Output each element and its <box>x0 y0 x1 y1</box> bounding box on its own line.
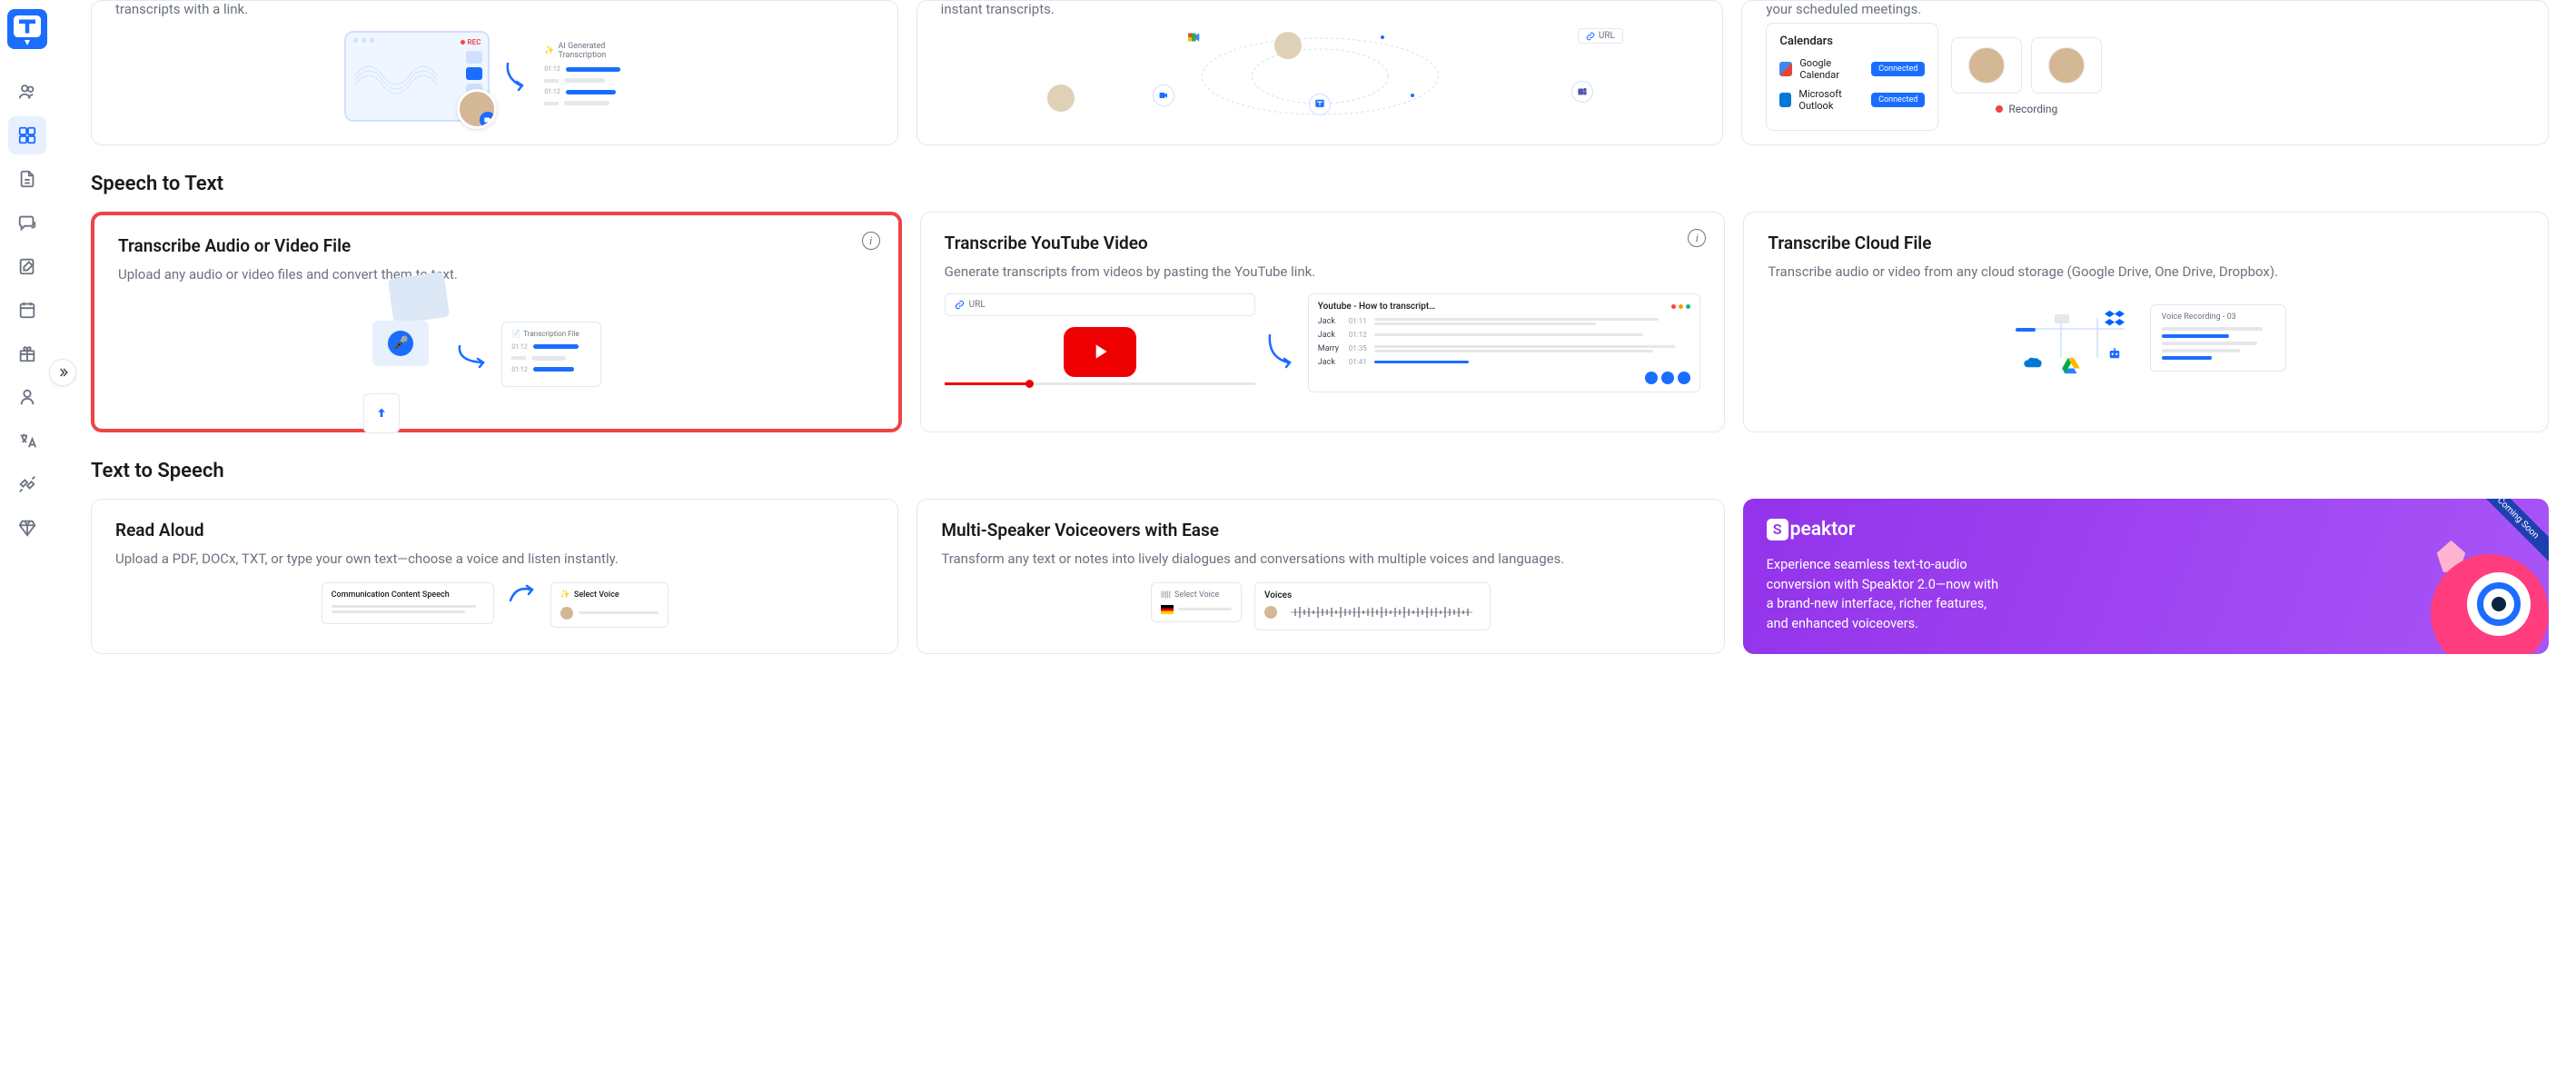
transkriptor-icon <box>1309 94 1331 115</box>
card-title: Multi-Speaker Voiceovers with Ease <box>941 520 1699 540</box>
section-title-tts: Text to Speech <box>91 460 2549 482</box>
nav-calendar-icon[interactable] <box>8 291 46 329</box>
avatar-box <box>2031 37 2102 94</box>
speaktor-mascot-icon <box>2403 527 2549 654</box>
transcript-panel-illustration: Youtube - How to transcript… Jack01:11 J… <box>1308 293 1701 392</box>
card-desc: Transform any text or notes into lively … <box>941 550 1699 570</box>
voice-avatar-icon <box>560 607 573 620</box>
feature-card-calendar[interactable]: your scheduled meetings. Calendars Googl… <box>1741 0 2549 145</box>
arrow-icon <box>504 60 530 93</box>
card-desc: transcripts with a link. <box>115 1 874 17</box>
card-desc: instant transcripts. <box>941 1 1699 17</box>
avatar-icon <box>457 89 497 129</box>
upload-icon <box>363 393 400 433</box>
youtube-play-icon <box>1064 327 1136 377</box>
connected-badge: Connected <box>1871 62 1925 76</box>
nav-dashboard-icon[interactable] <box>8 116 46 154</box>
sidebar <box>0 0 54 672</box>
top-feature-row: transcripts with a link. REC <box>91 0 2549 145</box>
nav-document-icon[interactable] <box>8 160 46 198</box>
voice-recording-illustration: Voice Recording - 03 <box>2150 304 2286 372</box>
recording-window-illustration: REC <box>344 31 490 122</box>
cloud-illustration: Voice Recording - 03 <box>1768 302 2524 374</box>
card-title: Transcribe Audio or Video File <box>118 235 875 256</box>
card-title: Transcribe YouTube Video <box>945 233 1701 253</box>
youtube-illustration: URL Youtube - How to transcript… Jack01:… <box>945 293 1701 392</box>
speaktor-description: Experience seamless text-to-audio conver… <box>1767 555 2003 634</box>
avatar-box <box>1951 37 2022 94</box>
integration-network-illustration: URL <box>941 26 1699 117</box>
nav-profile-icon[interactable] <box>8 378 46 416</box>
recording-status: Recording <box>1996 103 2057 115</box>
card-speaktor-promo[interactable]: Coming Soon Speaktor Experience seamless… <box>1743 499 2549 654</box>
avatar-icon <box>1274 32 1302 59</box>
outlook-icon <box>1779 93 1791 107</box>
multi-speaker-illustration: |||||Select Voice Voices <box>941 582 1699 630</box>
onedrive-icon <box>2021 351 2045 374</box>
arrow-icon <box>507 582 538 606</box>
card-transcribe-file[interactable]: i Transcribe Audio or Video File Upload … <box>91 212 902 432</box>
card-read-aloud[interactable]: Read Aloud Upload a PDF, DOCx, TXT, or t… <box>91 499 898 654</box>
card-transcribe-cloud[interactable]: Transcribe Cloud File Transcribe audio o… <box>1743 212 2549 432</box>
bot-icon <box>2103 342 2126 365</box>
url-input-illustration: URL <box>945 293 1255 316</box>
arrow-icon <box>456 341 492 368</box>
section-title-stt: Speech to Text <box>91 173 2549 195</box>
sidebar-expand-toggle[interactable] <box>49 359 76 386</box>
calendar-panel: Calendars Google Calendar Connected Micr… <box>1766 23 1938 131</box>
stt-row: i Transcribe Audio or Video File Upload … <box>91 212 2549 432</box>
nav-notes-icon[interactable] <box>8 247 46 285</box>
card-desc: your scheduled meetings. <box>1766 1 2524 17</box>
nav-team-icon[interactable] <box>8 73 46 111</box>
nav-plug-icon[interactable] <box>8 465 46 503</box>
nav-translate-icon[interactable] <box>8 421 46 460</box>
feature-card-record[interactable]: transcripts with a link. REC <box>91 0 898 145</box>
info-icon[interactable]: i <box>1688 229 1706 247</box>
transcription-file-illustration: 📄Transcription File 01:12 01:12 <box>501 322 601 387</box>
app-logo[interactable] <box>7 9 47 49</box>
upload-illustration: 🎤 📄Transcription File 01:12 01:12 <box>391 275 601 433</box>
tts-row: Read Aloud Upload a PDF, DOCx, TXT, or t… <box>91 499 2549 654</box>
voice-avatar-icon <box>1264 606 1277 619</box>
main-content: transcripts with a link. REC <box>54 0 2576 672</box>
card-desc: Upload a PDF, DOCx, TXT, or type your ow… <box>115 550 874 570</box>
card-desc: Transcribe audio or video from any cloud… <box>1768 263 2524 283</box>
card-title: Transcribe Cloud File <box>1768 233 2524 253</box>
card-transcribe-youtube[interactable]: i Transcribe YouTube Video Generate tran… <box>920 212 1726 432</box>
card-title: Read Aloud <box>115 520 874 540</box>
feature-card-instant[interactable]: instant transcripts. URL <box>916 0 1724 145</box>
flag-de-icon <box>1161 605 1174 614</box>
transcription-panel-illustration: ✨AI Generated Transcription 01:12 01:12 <box>544 42 644 111</box>
google-calendar-icon <box>1779 62 1792 76</box>
card-desc: Generate transcripts from videos by past… <box>945 263 1701 283</box>
google-drive-icon <box>2059 354 2083 378</box>
nav-gift-icon[interactable] <box>8 334 46 372</box>
dropbox-icon <box>2103 307 2126 331</box>
nav-diamond-icon[interactable] <box>8 509 46 547</box>
arrow-icon <box>1266 330 1297 375</box>
read-aloud-illustration: Communication Content Speech ✨Select Voi… <box>115 582 874 628</box>
nav-chat-icon[interactable] <box>8 203 46 242</box>
teams-icon <box>1571 81 1593 103</box>
info-icon[interactable]: i <box>862 232 880 250</box>
connected-badge: Connected <box>1871 93 1925 107</box>
avatar-icon <box>1047 84 1075 112</box>
card-multi-speaker[interactable]: Multi-Speaker Voiceovers with Ease Trans… <box>916 499 1724 654</box>
google-meet-icon <box>1184 26 1205 48</box>
url-chip: URL <box>1578 28 1623 44</box>
